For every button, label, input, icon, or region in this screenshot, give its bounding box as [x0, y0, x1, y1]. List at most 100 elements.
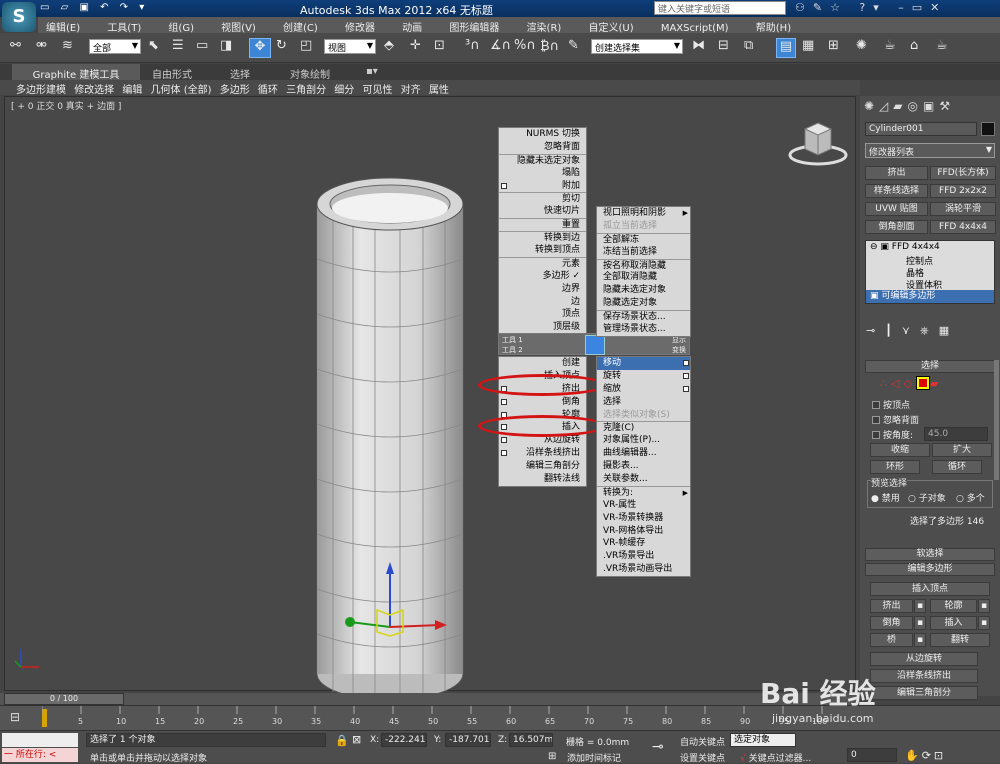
quad-item-unhide-all[interactable]: 全部取消隐藏: [597, 271, 690, 284]
quad-item-hide-selection[interactable]: 隐藏选定对象: [597, 297, 690, 310]
spinner-snap-icon[interactable]: ₿∩: [540, 38, 559, 58]
bridge-settings-button[interactable]: ▪: [914, 633, 926, 647]
rollout-selection-title[interactable]: 选择: [865, 360, 995, 373]
percent-snap-icon[interactable]: %∩: [514, 38, 536, 58]
menu-help[interactable]: 帮助(H): [756, 17, 791, 34]
quad-item-element[interactable]: 元素: [499, 256, 586, 270]
schematic-view-icon[interactable]: ⊞: [828, 38, 839, 58]
time-slider-track[interactable]: [0, 693, 860, 705]
viewport-perspective[interactable]: [ + 0 正交 0 真实 + 边面 ]: [4, 96, 856, 701]
time-tag-icon[interactable]: ⊞: [548, 751, 556, 762]
menu-view[interactable]: 视图(V): [221, 17, 256, 34]
selection-filter-dropdown[interactable]: 全部: [89, 39, 141, 54]
mirror-icon[interactable]: ⧓: [692, 38, 705, 58]
angle-snap-icon[interactable]: ∡∩: [490, 38, 511, 58]
quad-item-extrude-along-spline[interactable]: 沿样条线挤出: [499, 447, 586, 460]
extrude-settings-button[interactable]: ▪: [914, 599, 926, 613]
quad-item-create[interactable]: 创建: [499, 357, 586, 370]
command-panel-scrollbar[interactable]: [994, 360, 999, 480]
quad-item-border[interactable]: 边界: [499, 283, 586, 296]
quad-item-attach[interactable]: 附加: [499, 180, 586, 193]
ribbon-tab-graphite[interactable]: Graphite 建模工具: [12, 64, 140, 81]
quad-item-vr-frame-buffer[interactable]: VR-帧缓存: [597, 537, 690, 550]
mini-curve-editor-icon[interactable]: ⊟: [10, 710, 20, 724]
extrude-button[interactable]: 挤出: [870, 599, 913, 613]
mod-bevel-profile-button[interactable]: 倒角剖面: [865, 220, 928, 234]
quad-item-scale[interactable]: 缩放: [597, 383, 690, 396]
rendered-frame-icon[interactable]: ⌂: [910, 38, 918, 58]
quad-item-convert-to-edge[interactable]: 转换到边: [499, 231, 586, 244]
rect-selection-icon[interactable]: ▭: [196, 38, 208, 58]
quad-item-curve-editor[interactable]: 曲线编辑器...: [597, 447, 690, 460]
quad-item-object-properties[interactable]: 对象属性(P)...: [597, 434, 690, 447]
ribbon-tab-freeform[interactable]: 自由形式: [152, 66, 192, 81]
quad-item-select[interactable]: 选择: [597, 396, 690, 409]
quad-item-vr-scene-converter[interactable]: VR-场景转换器: [597, 512, 690, 525]
quad-item-hide-unselected[interactable]: 隐藏未选定对象: [499, 153, 586, 167]
ribbon-options-icon[interactable]: ▪▾: [366, 66, 378, 77]
quad-item-manage-scene-states[interactable]: 管理场景状态...: [597, 323, 690, 336]
help-icons[interactable]: ⚇✎☆ ?▾ –▭✕: [795, 1, 947, 14]
inset-settings-button[interactable]: ▪: [978, 616, 990, 630]
mod-uvw-map-button[interactable]: UVW 贴图: [865, 202, 928, 216]
maxscript-listener-field[interactable]: [2, 733, 78, 747]
object-color-swatch[interactable]: [981, 122, 995, 136]
quad-item-hide-unselected[interactable]: 隐藏未选定对象: [597, 284, 690, 297]
ribbon-panel-edit[interactable]: 编辑: [122, 80, 142, 96]
quad-item-collapse[interactable]: 塌陷: [499, 167, 586, 180]
stack-tools-icons[interactable]: ⊸┃⋎⎈▦: [866, 324, 994, 338]
insert-vertex-button[interactable]: 插入顶点: [870, 582, 990, 596]
mod-extrude-button[interactable]: 挤出: [865, 166, 928, 180]
ribbon-panel-align[interactable]: 对齐: [401, 80, 421, 96]
stack-item-editable-poly[interactable]: ▣ 可编辑多边形: [866, 290, 994, 303]
rollout-edit-polygons-title[interactable]: 编辑多边形: [865, 563, 995, 576]
quad-item-quickslice[interactable]: 快速切片: [499, 205, 586, 218]
quad-item-freeze-selection[interactable]: 冻结当前选择: [597, 246, 690, 259]
menu-graph-editors[interactable]: 图形编辑器: [449, 17, 499, 34]
menu-rendering[interactable]: 渲染(R): [527, 17, 562, 34]
viewport-label[interactable]: [ + 0 正交 0 真实 + 边面 ]: [11, 99, 121, 112]
quad-item-reset[interactable]: 重置: [499, 218, 586, 231]
quad-center-icon[interactable]: [585, 335, 605, 355]
current-frame-field[interactable]: 0: [847, 748, 897, 762]
quad-item-edge[interactable]: 边: [499, 296, 586, 309]
ribbon-tab-object-paint[interactable]: 对象绘制: [290, 66, 330, 81]
quad-item-vr-mesh-export[interactable]: VR-网格体导出: [597, 525, 690, 538]
grow-button[interactable]: 扩大: [932, 443, 992, 457]
outline-settings-button[interactable]: ▪: [978, 599, 990, 613]
ignore-backface-checkbox[interactable]: 忽略背面: [872, 413, 919, 426]
quad-item-unfreeze-all[interactable]: 全部解冻: [597, 232, 690, 246]
bevel-settings-button[interactable]: ▪: [914, 616, 926, 630]
ribbon-tab-selection[interactable]: 选择: [230, 66, 250, 81]
flip-button[interactable]: 翻转: [930, 633, 990, 647]
quad-item-cut[interactable]: 剪切: [499, 192, 586, 205]
move-gizmo[interactable]: [335, 552, 465, 652]
move-icon[interactable]: ✥: [249, 38, 271, 58]
snap-3d-icon[interactable]: ³∩: [465, 38, 480, 58]
select-by-name-icon[interactable]: ☰: [172, 38, 184, 58]
y-coord-field[interactable]: -187.701m: [445, 733, 491, 747]
abs-mode-icon[interactable]: ⊠: [352, 733, 361, 746]
ribbon-panel-properties[interactable]: 属性: [429, 80, 449, 96]
link-icon[interactable]: ⚯: [10, 38, 21, 58]
subobject-level-icons[interactable]: ∴◁◇ ▰: [880, 376, 990, 392]
preview-multi-radio[interactable]: ○ 多个: [956, 491, 985, 504]
angle-value-field[interactable]: 45.0: [924, 427, 988, 441]
mod-turbosmooth-button[interactable]: 涡轮平滑: [930, 202, 996, 216]
quad-item-unhide-by-name[interactable]: 按名称取消隐藏: [597, 258, 690, 272]
modifier-list-dropdown[interactable]: 修改器列表: [865, 143, 995, 158]
quad-item-convert-to-vertex[interactable]: 转换到顶点: [499, 244, 586, 257]
preview-subobject-radio[interactable]: ○ 子对象: [908, 491, 946, 504]
quad-item-wire-parameters[interactable]: 关联参数...: [597, 473, 690, 486]
preview-disabled-radio[interactable]: ● 禁用: [871, 491, 900, 504]
select-manipulate-icon[interactable]: ✛: [410, 38, 421, 58]
object-name-field[interactable]: Cylinder001: [865, 122, 977, 136]
ribbon-panel-poly-modeling[interactable]: 多边形建模: [16, 80, 66, 96]
rollout-soft-selection-title[interactable]: 软选择: [865, 548, 995, 561]
key-filters-button[interactable]: √ 关键点过滤器...: [740, 751, 811, 764]
menu-customize[interactable]: 自定义(U): [589, 17, 634, 34]
quad-item-convert-to[interactable]: 转换为:: [597, 485, 690, 500]
cylinder-object[interactable]: [305, 172, 475, 752]
viewcube-icon[interactable]: [783, 115, 853, 170]
quad-item-vr-properties[interactable]: VR-属性: [597, 499, 690, 512]
